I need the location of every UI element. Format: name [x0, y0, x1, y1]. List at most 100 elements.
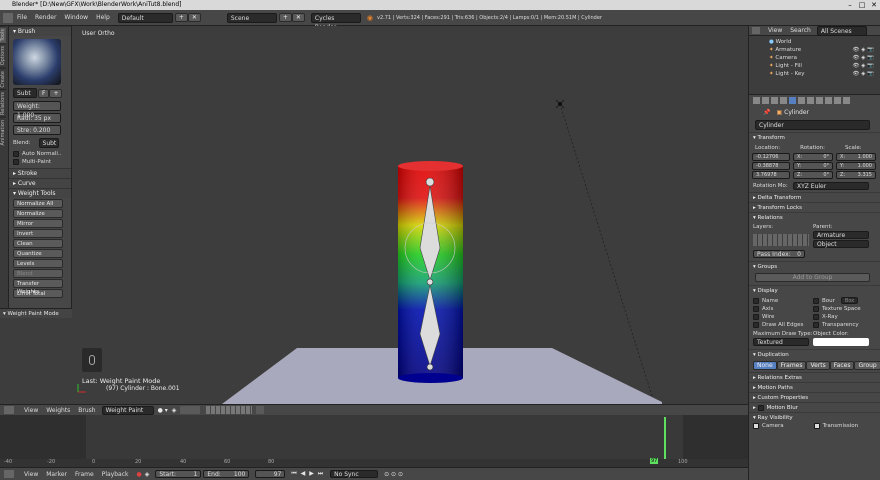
multi-paint-checkbox[interactable] — [13, 159, 19, 165]
rotation-mode-selector[interactable]: XYZ Euler — [793, 182, 869, 190]
scene-tab-icon[interactable] — [771, 97, 778, 104]
physics-tab-icon[interactable] — [843, 97, 850, 104]
mirror-button[interactable]: Mirror — [13, 219, 63, 228]
rotation-y-field[interactable]: Y: 0° — [793, 162, 833, 170]
render-preview-icon[interactable] — [256, 406, 265, 414]
outliner-type-icon[interactable] — [752, 27, 760, 34]
motion-blur-checkbox[interactable] — [757, 404, 764, 411]
pass-index-field[interactable]: Pass Index: 0 — [753, 250, 805, 258]
dup-tab-verts[interactable]: Verts — [806, 361, 830, 370]
tab-relations[interactable]: Relations — [0, 89, 6, 118]
brush-name-field[interactable]: Subt — [13, 88, 37, 98]
keying-icon[interactable]: ◈ — [145, 471, 150, 478]
timeline-menu-marker[interactable]: Marker — [46, 471, 67, 478]
dup-tab-group[interactable]: Group — [854, 361, 880, 370]
groups-header[interactable]: ▾ Groups — [749, 261, 880, 271]
outliner-menu-search[interactable]: Search — [790, 27, 811, 34]
editor-type-icon[interactable] — [4, 406, 14, 414]
outliner-item-camera[interactable]: ✦ Camera 👁 ◈ 📷 — [749, 54, 880, 62]
ray-visibility-header[interactable]: ▾ Ray Visibility — [749, 412, 880, 422]
auto-normalize-checkbox[interactable] — [13, 151, 19, 157]
tab-create[interactable]: Create — [0, 67, 6, 90]
curve-panel-header[interactable]: ▸ Curve — [9, 178, 71, 188]
display-texture-space-checkbox[interactable] — [813, 306, 819, 312]
layer-grid[interactable] — [753, 233, 809, 246]
duplication-header[interactable]: ▾ Duplication — [749, 349, 880, 359]
ray-transmission-checkbox[interactable] — [813, 423, 820, 429]
display-xray-checkbox[interactable] — [813, 314, 819, 320]
delete-scene-button[interactable]: ✕ — [291, 13, 305, 22]
scale-z-field[interactable]: Z: 3.315 — [836, 171, 876, 179]
custom-properties-header[interactable]: ▸ Custom Properties — [749, 392, 880, 402]
location-z-field[interactable]: 3.76978 — [752, 171, 790, 179]
tab-options[interactable]: Options — [0, 43, 6, 68]
start-frame-field[interactable]: Start: 1 — [155, 470, 202, 478]
playhead[interactable] — [664, 417, 666, 459]
menu-render[interactable]: Render — [35, 14, 56, 21]
parent-type-selector[interactable]: Object — [813, 240, 869, 248]
rotation-x-field[interactable]: X: 0° — [793, 153, 833, 161]
outliner-item-light-key[interactable]: ✦ Light - Key 👁 ◈ 📷 — [749, 70, 880, 78]
radius-slider[interactable]: Radi: 35 px — [13, 113, 61, 123]
pin-icon[interactable]: 📌 — [763, 109, 770, 116]
display-wire-checkbox[interactable] — [753, 314, 759, 320]
data-tab-icon[interactable] — [816, 97, 823, 104]
quantize-button[interactable]: Quantize — [13, 249, 63, 258]
location-x-field[interactable]: -0.12706 — [752, 153, 790, 161]
constraints-tab-icon[interactable] — [798, 97, 805, 104]
viewport-menu-weights[interactable]: Weights — [46, 407, 70, 414]
object-name-field[interactable]: Cylinder — [755, 120, 870, 130]
texture-tab-icon[interactable] — [834, 97, 841, 104]
display-name-checkbox[interactable] — [753, 297, 759, 304]
outliner-item-world[interactable]: ● World — [749, 38, 880, 46]
world-tab-icon[interactable] — [780, 97, 787, 104]
relations-extras-header[interactable]: ▸ Relations Extras — [749, 372, 880, 382]
rotation-z-field[interactable]: Z: 0° — [793, 171, 833, 179]
menu-file[interactable]: File — [17, 14, 27, 21]
stroke-panel-header[interactable]: ▸ Stroke — [9, 168, 71, 178]
normalize-button[interactable]: Normalize — [13, 209, 63, 218]
current-frame-field[interactable]: 97 — [255, 470, 286, 478]
delta-transform-header[interactable]: ▸ Delta Transform — [749, 192, 880, 202]
blend-button[interactable]: Blend — [13, 269, 63, 278]
scene-canvas[interactable] — [72, 26, 748, 404]
viewport-menu-brush[interactable]: Brush — [78, 407, 95, 414]
transparency-checkbox[interactable] — [813, 322, 819, 328]
layers-tab-icon[interactable] — [762, 97, 769, 104]
timeline-menu-view[interactable]: View — [24, 471, 38, 478]
brush-panel-header[interactable]: ▾ Brush — [9, 26, 71, 36]
object-color-swatch[interactable] — [813, 338, 869, 346]
tab-tools[interactable]: Tools — [0, 26, 6, 44]
add-brush-button[interactable]: + — [49, 88, 63, 98]
mode-selector[interactable]: Weight Paint — [101, 405, 154, 415]
add-scene-button[interactable]: + — [278, 13, 292, 22]
close-icon[interactable]: ✕ — [868, 0, 880, 10]
transform-locks-header[interactable]: ▸ Transform Locks — [749, 202, 880, 212]
material-tab-icon[interactable] — [825, 97, 832, 104]
outliner-scope-selector[interactable]: All Scenes — [816, 25, 867, 36]
dup-tab-faces[interactable]: Faces — [829, 361, 855, 370]
editor-type-icon[interactable] — [4, 470, 14, 478]
playback-controls[interactable]: ⏮ ◀ ▶ ⏭ — [291, 470, 324, 478]
sync-mode-selector[interactable]: No Sync — [330, 470, 379, 478]
dup-tab-frames[interactable]: Frames — [776, 361, 807, 370]
tab-animation[interactable]: Animation — [0, 117, 6, 148]
menu-window[interactable]: Window — [64, 14, 88, 21]
dup-tab-none[interactable]: None — [753, 361, 777, 370]
delete-layout-button[interactable]: ✕ — [187, 13, 201, 22]
viewport-menu-view[interactable]: View — [24, 407, 38, 414]
maximize-icon[interactable]: □ — [856, 0, 868, 10]
weight-slider[interactable]: Weight: 1.000 — [13, 101, 61, 119]
brush-preview[interactable] — [13, 39, 61, 85]
display-header[interactable]: ▾ Display — [749, 285, 880, 295]
normalize-all-button[interactable]: Normalize All — [13, 199, 63, 208]
scale-y-field[interactable]: Y: 1.000 — [836, 162, 876, 170]
brush-fake-user-button[interactable]: F — [38, 88, 50, 98]
strength-slider[interactable]: Stre: 0.200 — [13, 125, 61, 135]
weight-tools-panel-header[interactable]: ▾ Weight Tools — [9, 188, 71, 198]
timeline-menu-playback[interactable]: Playback — [102, 471, 129, 478]
add-layout-button[interactable]: + — [174, 13, 188, 22]
max-draw-type-selector[interactable]: Textured — [753, 338, 809, 346]
render-engine-selector[interactable]: Cycles Render — [310, 12, 361, 31]
weight-paint-mode-panel[interactable]: ▾ Weight Paint Mode — [0, 308, 72, 318]
